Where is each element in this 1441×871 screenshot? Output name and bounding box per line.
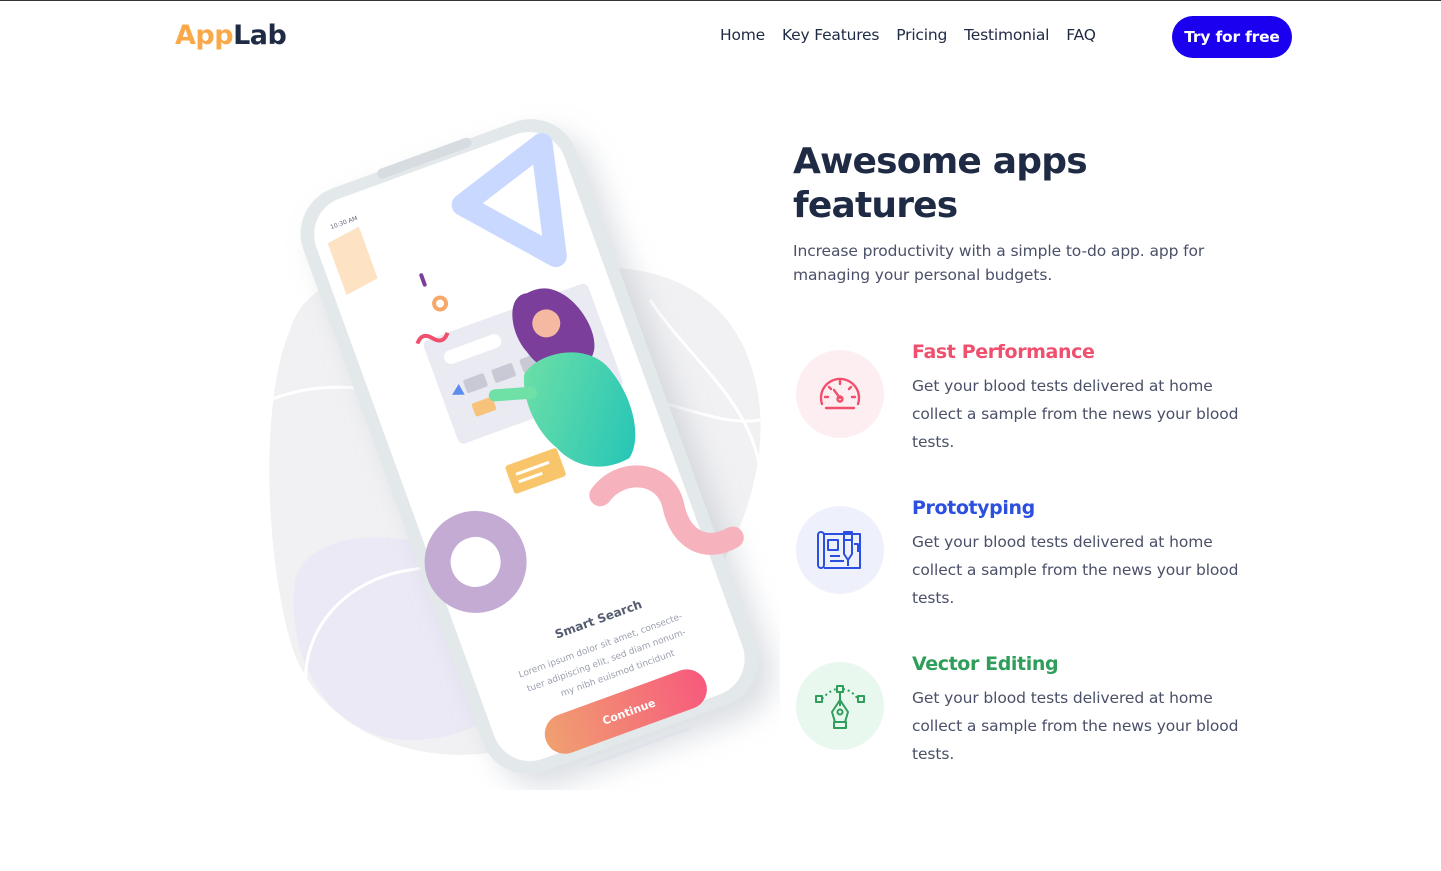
pen-tool-icon	[796, 662, 884, 750]
main-nav: Home Key Features Pricing Testimonial FA…	[720, 26, 1096, 44]
nav-faq[interactable]: FAQ	[1066, 26, 1096, 44]
section-title-line2: features	[793, 185, 958, 226]
site-header: AppLab Home Key Features Pricing Testimo…	[0, 0, 1441, 72]
feature-text: Get your blood tests delivered at home c…	[912, 689, 1239, 763]
nav-home[interactable]: Home	[720, 26, 765, 44]
logo-part-app: App	[175, 20, 234, 51]
applab-logo[interactable]: AppLab	[175, 20, 287, 51]
section-title: Awesome apps features	[793, 140, 1253, 228]
feature-text: Get your blood tests delivered at home c…	[912, 533, 1239, 607]
feature-text: Get your blood tests delivered at home c…	[912, 377, 1239, 451]
features-intro: Awesome apps features Increase productiv…	[793, 140, 1253, 287]
nav-testimonial[interactable]: Testimonial	[964, 26, 1049, 44]
section-title-line1: Awesome apps	[793, 141, 1088, 182]
feature-title: Fast Performance	[912, 341, 1095, 363]
blueprint-icon	[796, 506, 884, 594]
try-for-free-button[interactable]: Try for free	[1172, 16, 1292, 58]
feature-fast-performance: Fast Performance Get your blood tests de…	[793, 341, 1253, 470]
phone-illustration: 10:30 AM 63% Smart Search Lorem ipsum do…	[269, 119, 762, 774]
feature-title: Vector Editing	[912, 653, 1059, 675]
nav-key-features[interactable]: Key Features	[782, 26, 879, 44]
logo-part-lab: Lab	[233, 20, 287, 51]
section-lead: Increase productivity with a simple to-d…	[793, 242, 1205, 284]
feature-vector-editing: Vector Editing Get your blood tests deli…	[793, 653, 1253, 782]
nav-pricing[interactable]: Pricing	[896, 26, 947, 44]
feature-prototyping: Prototyping Get your blood tests deliver…	[793, 497, 1253, 626]
feature-title: Prototyping	[912, 497, 1035, 519]
speedometer-icon	[796, 350, 884, 438]
